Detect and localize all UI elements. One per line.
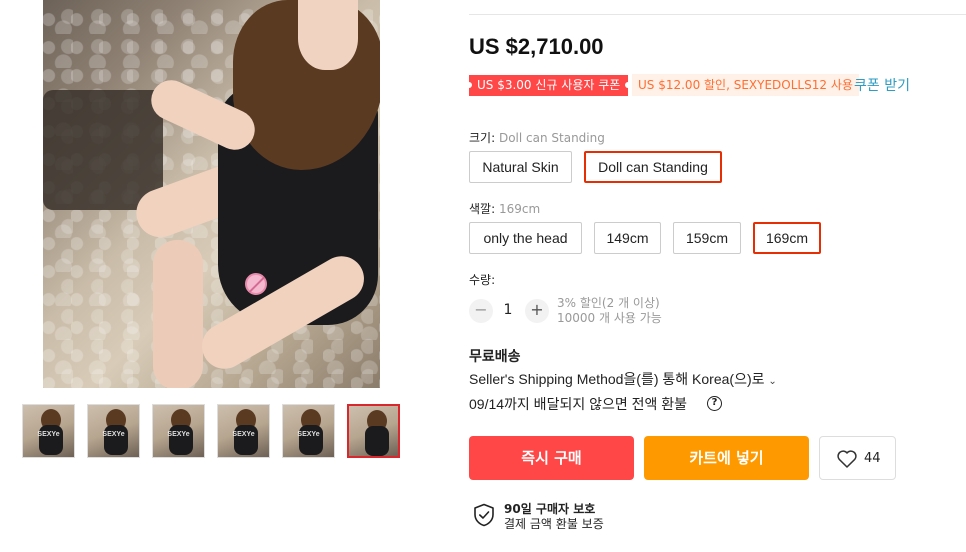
thumb-body [365, 426, 389, 456]
quantity-decrease-button[interactable]: − [469, 299, 493, 323]
wishlist-button[interactable]: 44 [819, 436, 896, 480]
heart-icon [837, 450, 857, 468]
get-coupons-link[interactable]: 쿠폰 받기 [854, 75, 910, 95]
size-option-natural-skin[interactable]: Natural Skin [469, 151, 572, 183]
new-user-coupon[interactable]: US $3.00 신규 사용자 쿠폰 [465, 75, 632, 96]
shipping-title: 무료배송 [469, 349, 521, 365]
color-option-169cm[interactable]: 169cm [753, 222, 821, 254]
wishlist-count: 44 [864, 451, 881, 466]
thumb-watermark: SEXYe [232, 431, 255, 438]
thumb-body [299, 425, 323, 455]
color-selected-value: 169cm [498, 202, 541, 216]
color-option-only-the-head[interactable]: only the head [469, 222, 582, 254]
color-option-159cm[interactable]: 159cm [673, 222, 741, 254]
thumbnail-3[interactable]: SEXYe [152, 404, 205, 458]
thumbnail-4[interactable]: SEXYe [217, 404, 270, 458]
thumb-watermark: SEXYe [297, 431, 320, 438]
question-circle-icon[interactable]: ? [707, 396, 722, 411]
delivery-guarantee: 09/14까지 배달되지 않으면 전액 환불 [469, 396, 688, 412]
color-label-text: 색깔: [469, 202, 496, 216]
shield-check-icon [474, 503, 494, 527]
thumb-watermark: SEXYe [167, 431, 190, 438]
product-main-image[interactable] [43, 0, 380, 388]
thumb-body [169, 425, 193, 455]
thumb-watermark: SEXYe [102, 431, 125, 438]
figure-leg [153, 240, 203, 388]
color-option-149cm[interactable]: 149cm [594, 222, 661, 254]
quantity-increase-button[interactable]: + [525, 299, 549, 323]
store-coupon[interactable]: US $12.00 할인, SEXYEDOLLS12 사용 [632, 74, 859, 96]
chevron-down-icon: ⌄ [768, 376, 777, 387]
censor-icon [245, 273, 267, 295]
quantity-note: 3% 할인(2 개 이상) 10000 개 사용 가능 [557, 296, 662, 326]
stock-available: 10000 개 사용 가능 [557, 311, 662, 325]
figure-face [298, 0, 358, 70]
thumbnail-2[interactable]: SEXYe [87, 404, 140, 458]
shipping-method-text: Seller's Shipping Method을(를) 통해 Korea(으)… [469, 371, 765, 387]
color-label: 색깔: 169cm [469, 200, 540, 217]
top-divider [469, 14, 966, 15]
quantity-value[interactable]: 1 [500, 302, 516, 318]
thumbnail-5[interactable]: SEXYe [282, 404, 335, 458]
size-selected-value: Doll can Standing [498, 131, 605, 145]
size-option-doll-can-standing[interactable]: Doll can Standing [584, 151, 722, 183]
add-to-cart-button[interactable]: 카트에 넣기 [644, 436, 809, 480]
sofa-shape [43, 90, 163, 210]
thumb-body [39, 425, 63, 455]
thumbnail-strip: SEXYe SEXYe SEXYe SEXYe SEXYe [22, 404, 402, 458]
bulk-discount-note: 3% 할인(2 개 이상) [557, 296, 660, 310]
thumb-body [104, 425, 128, 455]
shipping-method-selector[interactable]: Seller's Shipping Method을(를) 통해 Korea(으)… [469, 369, 777, 389]
thumb-body [234, 425, 258, 455]
thumbnail-6-active[interactable] [347, 404, 400, 458]
thumbnail-1[interactable]: SEXYe [22, 404, 75, 458]
size-label-text: 크기: [469, 131, 496, 145]
size-label: 크기: Doll can Standing [469, 129, 605, 146]
thumb-watermark: SEXYe [37, 431, 60, 438]
product-price: US $2,710.00 [469, 34, 604, 59]
quantity-label: 수량: [469, 273, 496, 287]
buy-now-button[interactable]: 즉시 구매 [469, 436, 634, 480]
buyer-protection-subtitle: 결제 금액 환불 보증 [504, 517, 604, 531]
